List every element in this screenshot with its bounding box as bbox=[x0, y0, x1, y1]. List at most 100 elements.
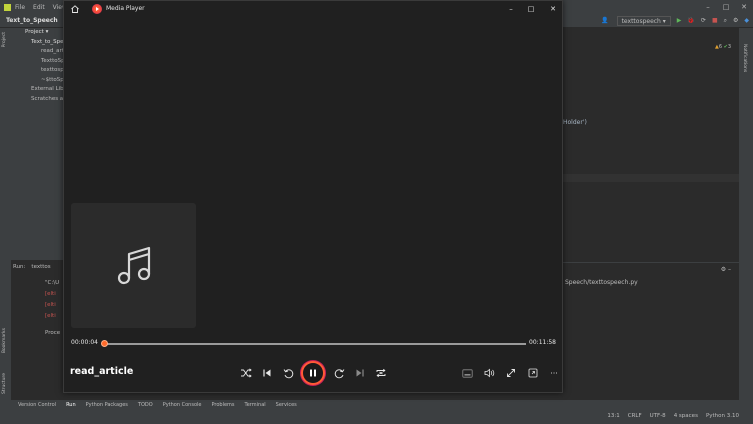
home-icon[interactable] bbox=[70, 4, 80, 14]
next-icon bbox=[356, 369, 364, 377]
tool-tab-python-console[interactable]: Python Console bbox=[163, 402, 202, 412]
fullscreen-icon bbox=[507, 369, 515, 377]
tree-item[interactable]: ~$ttoSp bbox=[11, 76, 63, 86]
tool-tab-problems[interactable]: Problems bbox=[211, 402, 234, 412]
tree-item[interactable]: read_art bbox=[11, 47, 63, 57]
close-icon[interactable]: ✕ bbox=[546, 3, 560, 15]
pause-button[interactable] bbox=[301, 361, 325, 385]
project-panel: Project ▾ Text_to_Spe read_art TexttoSp … bbox=[11, 28, 63, 260]
forward-button[interactable] bbox=[332, 366, 346, 380]
seek-row: 00:00:04 00:11:58 bbox=[64, 337, 562, 349]
forward-icon bbox=[334, 368, 344, 378]
more-icon: ··· bbox=[550, 368, 558, 378]
tool-tab-todo[interactable]: TODO bbox=[138, 402, 153, 412]
tool-tab-run[interactable]: Run bbox=[66, 402, 76, 412]
run-label: Run: bbox=[13, 264, 26, 270]
tree-item[interactable]: Scratches a bbox=[11, 95, 63, 105]
tool-tab-services[interactable]: Services bbox=[276, 402, 297, 412]
album-art-placeholder bbox=[71, 203, 196, 328]
cast-button[interactable] bbox=[526, 366, 540, 380]
tree-item[interactable]: texttosp bbox=[11, 66, 63, 76]
structure-tool-label[interactable]: Structure bbox=[2, 373, 7, 394]
debug-icon[interactable]: 🐞 bbox=[687, 17, 694, 24]
code-snippet: Holder') bbox=[563, 119, 587, 126]
previous-icon bbox=[263, 369, 271, 377]
track-title: read_article bbox=[70, 366, 134, 377]
run-config-select[interactable]: texttospeech ▾ bbox=[616, 15, 671, 26]
run-output-line: [elti bbox=[45, 313, 56, 319]
stop-icon[interactable]: ■ bbox=[712, 17, 718, 24]
seek-thumb[interactable] bbox=[101, 340, 109, 347]
seek-bar[interactable] bbox=[101, 340, 526, 347]
tool-tab-version-control[interactable]: Version Control bbox=[18, 402, 56, 412]
volume-icon bbox=[484, 368, 494, 378]
ide-maximize-icon[interactable]: □ bbox=[717, 3, 735, 11]
media-player-logo-icon bbox=[92, 4, 102, 14]
notifications-tool-label[interactable]: Notifications bbox=[742, 44, 747, 72]
bookmarks-tool-label[interactable]: Bookmarks bbox=[2, 328, 7, 353]
fullscreen-button[interactable] bbox=[504, 366, 518, 380]
updates-icon[interactable]: ◆ bbox=[744, 17, 749, 24]
editor-area: ▲6 ✔3 Holder') bbox=[563, 28, 739, 260]
run-tab[interactable]: texttos bbox=[31, 262, 50, 272]
user-icon[interactable]: 👤 bbox=[601, 17, 608, 24]
total-time: 00:11:58 bbox=[529, 339, 556, 346]
run-path: Speech/texttospeech.py bbox=[565, 279, 638, 286]
next-button[interactable] bbox=[353, 366, 367, 380]
status-indicators: 13:1 CRLF UTF-8 4 spaces Python 3.10 bbox=[607, 413, 739, 419]
ide-close-icon[interactable]: ✕ bbox=[735, 3, 753, 11]
tool-tab-terminal[interactable]: Terminal bbox=[245, 402, 266, 412]
tree-item[interactable]: Text_to_Spe bbox=[11, 38, 63, 48]
media-player-title: Media Player bbox=[106, 5, 145, 12]
run-output-line: [elti bbox=[45, 291, 56, 297]
menu-edit[interactable]: Edit bbox=[33, 4, 45, 11]
tool-tab-python-packages[interactable]: Python Packages bbox=[86, 402, 128, 412]
more-options-button[interactable]: ··· bbox=[547, 366, 561, 380]
tool-window-tabs: Version Control Run Python Packages TODO… bbox=[0, 402, 297, 412]
repeat-icon bbox=[376, 368, 386, 378]
run-output-line: "C:\U bbox=[45, 280, 60, 286]
shuffle-button[interactable] bbox=[239, 366, 253, 380]
media-player-window: Media Player – □ ✕ 00:00:04 00:11:58 rea… bbox=[63, 0, 563, 393]
status-interpreter[interactable]: Python 3.10 bbox=[706, 413, 739, 419]
status-position[interactable]: 13:1 bbox=[607, 413, 619, 419]
menu-file[interactable]: File bbox=[15, 4, 25, 11]
status-indent[interactable]: 4 spaces bbox=[674, 413, 698, 419]
project-panel-header[interactable]: Project ▾ bbox=[11, 28, 63, 38]
settings-icon[interactable]: ⚙ bbox=[733, 17, 738, 24]
right-tool-strip: Notifications bbox=[739, 28, 753, 400]
ide-logo-icon bbox=[4, 3, 11, 11]
minimize-icon[interactable]: – bbox=[504, 3, 518, 15]
run-icon[interactable]: ▶ bbox=[677, 17, 682, 24]
warning-count: 6 bbox=[718, 44, 723, 50]
status-encoding[interactable]: UTF-8 bbox=[650, 413, 666, 419]
tree-item[interactable]: TexttoSp bbox=[11, 57, 63, 67]
repeat-button[interactable] bbox=[374, 366, 388, 380]
search-icon[interactable]: ⌕ bbox=[724, 17, 727, 25]
current-time: 00:00:04 bbox=[71, 339, 98, 346]
shuffle-icon bbox=[241, 368, 252, 378]
miniplayer-button[interactable] bbox=[460, 366, 474, 380]
run-output-area: ⚙ – Speech/texttospeech.py bbox=[563, 262, 739, 400]
project-breadcrumb[interactable]: Text_to_Speech bbox=[6, 17, 58, 24]
cast-icon bbox=[528, 368, 538, 378]
run-panel: Run: texttos "C:\U [elti [elti [elti Pro… bbox=[11, 262, 63, 400]
rewind-icon bbox=[283, 368, 293, 378]
previous-button[interactable] bbox=[260, 366, 274, 380]
volume-button[interactable] bbox=[482, 366, 496, 380]
ide-minimize-icon[interactable]: – bbox=[699, 3, 717, 11]
run-output-line: [elti bbox=[45, 302, 56, 308]
run-output-line: Proce bbox=[45, 330, 61, 336]
miniplayer-icon bbox=[461, 368, 473, 378]
coverage-icon[interactable]: ⟳ bbox=[701, 17, 706, 24]
maximize-icon[interactable]: □ bbox=[524, 3, 538, 15]
status-line-ending[interactable]: CRLF bbox=[628, 413, 642, 419]
media-player-titlebar: Media Player – □ ✕ bbox=[64, 1, 562, 17]
tree-item[interactable]: External Lib bbox=[11, 85, 63, 95]
check-count: 3 bbox=[727, 44, 731, 50]
pause-icon bbox=[310, 369, 316, 377]
run-settings-icon[interactable]: ⚙ – bbox=[721, 266, 731, 273]
rewind-button[interactable] bbox=[281, 366, 295, 380]
music-note-icon bbox=[117, 246, 150, 284]
project-tool-label[interactable]: Project bbox=[2, 32, 7, 47]
